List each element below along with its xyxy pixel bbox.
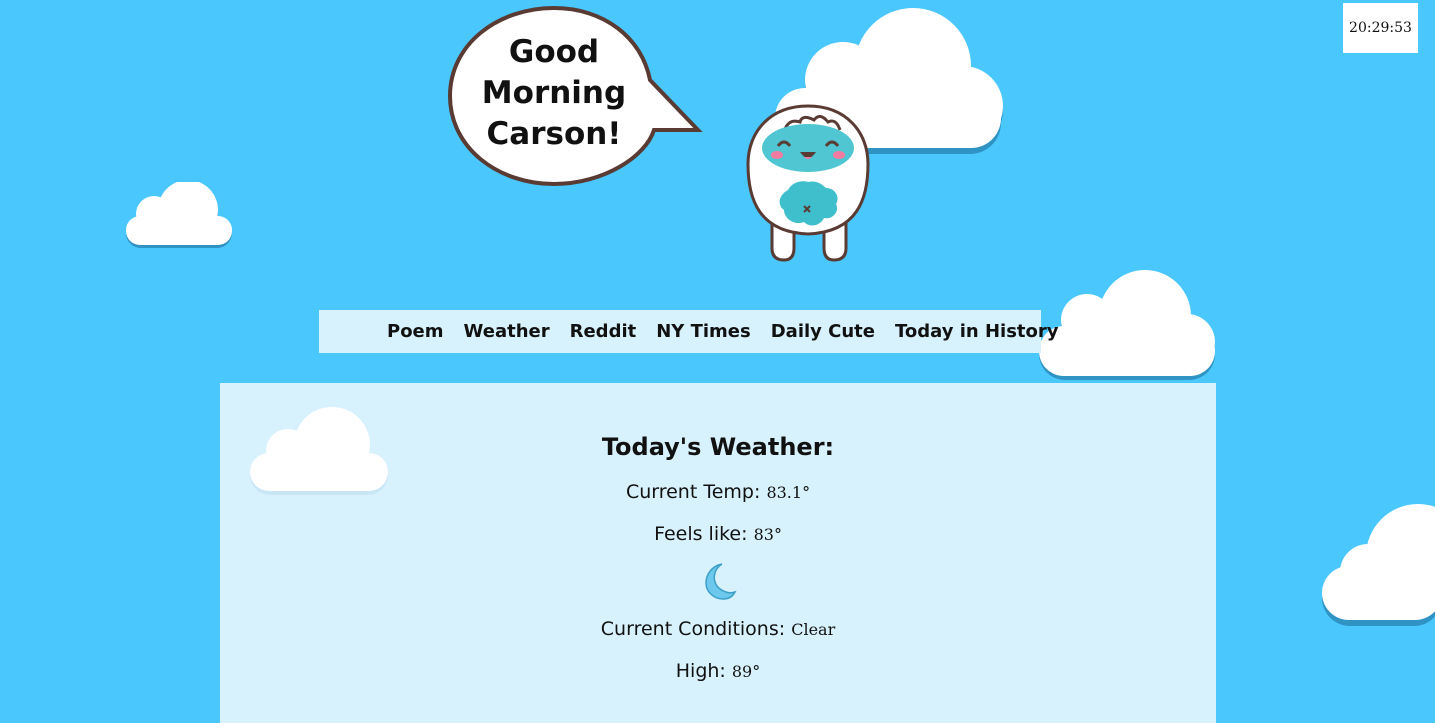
main-nav: Poem Weather Reddit NY Times Daily Cute … bbox=[319, 310, 1059, 353]
nav-link-poem[interactable]: Poem bbox=[387, 321, 444, 342]
conditions-label: Current Conditions: bbox=[600, 618, 786, 640]
high-label: High: bbox=[675, 660, 726, 682]
greeting-text: Good Morning Carson! bbox=[454, 32, 654, 155]
greeting-line: Carson! bbox=[486, 116, 622, 152]
cloud-decoration bbox=[124, 182, 234, 250]
cloud-decoration bbox=[1320, 502, 1435, 626]
feels-like-value: 83° bbox=[753, 525, 782, 544]
current-temp-row: Current Temp: 83.1° bbox=[220, 480, 1216, 505]
high-row: High: 89° bbox=[220, 659, 1216, 684]
feels-like-row: Feels like: 83° bbox=[220, 522, 1216, 547]
weather-panel: Today's Weather: Current Temp: 83.1° Fee… bbox=[220, 383, 1216, 723]
feels-like-label: Feels like: bbox=[654, 523, 748, 545]
nav-link-ny-times[interactable]: NY Times bbox=[656, 321, 751, 342]
cloud-decoration bbox=[1037, 270, 1217, 382]
conditions-value: Clear bbox=[791, 620, 836, 639]
nav-link-daily-cute[interactable]: Daily Cute bbox=[771, 321, 875, 342]
high-value: 89° bbox=[731, 662, 761, 681]
greeting-line: Morning bbox=[481, 75, 627, 111]
yeti-mascot bbox=[744, 102, 872, 264]
nav-link-reddit[interactable]: Reddit bbox=[570, 321, 637, 342]
weather-heading: Today's Weather: bbox=[601, 433, 835, 461]
crescent-moon-icon bbox=[705, 563, 737, 600]
clock-display: 20:29:53 bbox=[1343, 3, 1418, 53]
nav-link-today-in-history[interactable]: Today in History bbox=[895, 321, 1059, 342]
current-temp-value: 83.1° bbox=[766, 483, 811, 502]
conditions-row: Current Conditions: Clear bbox=[220, 617, 1216, 642]
greeting-bubble: Good Morning Carson! bbox=[446, 4, 706, 190]
current-temp-label: Current Temp: bbox=[625, 481, 761, 503]
weather-info: Today's Weather: Current Temp: 83.1° Fee… bbox=[220, 431, 1216, 684]
nav-link-weather[interactable]: Weather bbox=[464, 321, 550, 342]
greeting-line: Good bbox=[508, 34, 600, 70]
